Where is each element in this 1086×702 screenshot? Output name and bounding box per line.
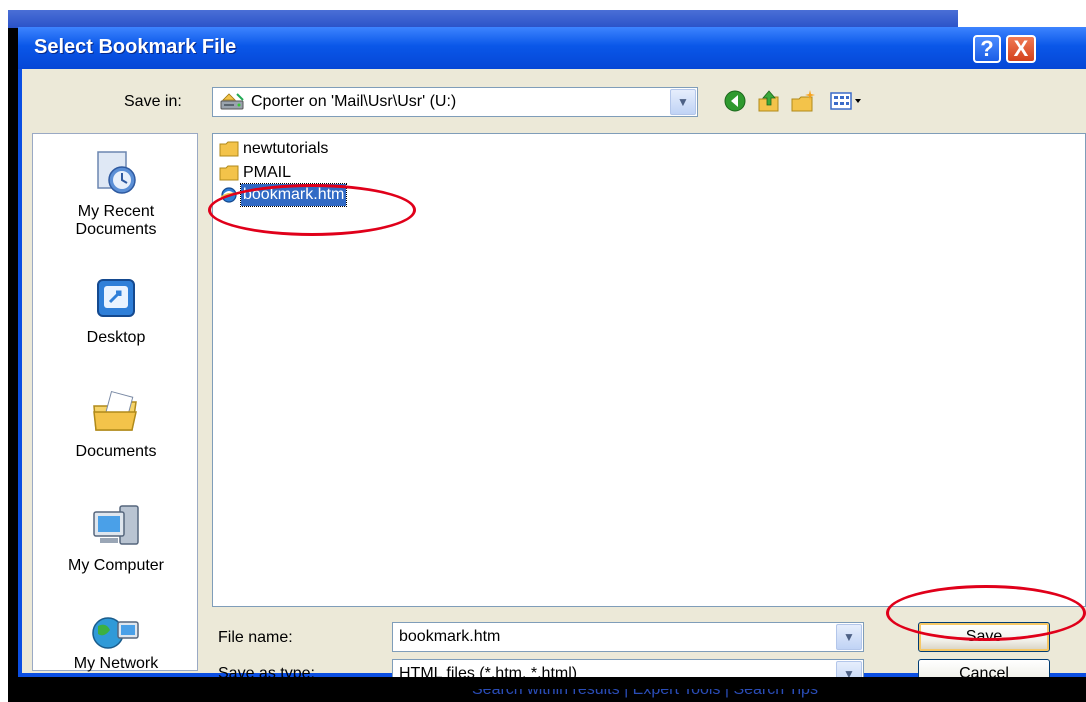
file-name-label: File name:: [218, 629, 293, 646]
select-bookmark-dialog: Select Bookmark File ? X Save in: Cporte…: [18, 27, 1086, 677]
close-icon: X: [1013, 36, 1029, 61]
views-menu-icon[interactable]: [828, 87, 868, 115]
back-icon[interactable]: [722, 87, 748, 115]
my-network-icon: [92, 617, 139, 649]
new-folder-icon[interactable]: [790, 87, 816, 115]
save-as-type-label: Save as type:: [218, 665, 315, 677]
chevron-down-icon[interactable]: ▼: [836, 624, 862, 650]
cancel-button[interactable]: Cancel: [918, 659, 1050, 677]
desktop-icon: [97, 279, 135, 317]
folder-icon: [219, 165, 239, 181]
background-window-titlebar: [8, 10, 958, 28]
save-in-dropdown[interactable]: Cporter on 'Mail\Usr\Usr' (U:) ▼: [212, 87, 698, 117]
file-name-input[interactable]: bookmark.htm ▼: [392, 622, 864, 652]
my-computer-icon: [93, 505, 139, 545]
help-button[interactable]: ?: [973, 35, 1001, 63]
place-my-recent-documents[interactable]: My Recent Documents: [33, 148, 199, 240]
recent-documents-icon: [97, 151, 136, 194]
save-as-type-dropdown[interactable]: HTML files (*.htm, *.html) ▼: [392, 659, 864, 677]
chevron-down-icon[interactable]: ▼: [836, 661, 862, 677]
annotation-ellipse-file: [208, 184, 416, 236]
close-button[interactable]: X: [1006, 35, 1036, 63]
dialog-client-area: Save in: Cporter on 'Mail\Usr\Usr' (U:) …: [22, 69, 1086, 677]
folder-icon: [219, 141, 239, 157]
network-drive-icon: [220, 93, 244, 110]
up-folder-icon[interactable]: [756, 87, 782, 115]
place-my-computer[interactable]: My Computer: [33, 502, 199, 576]
places-bar: My Recent Documents Desktop Documents My…: [32, 133, 199, 674]
dialog-titlebar[interactable]: Select Bookmark File ? X: [18, 27, 1086, 69]
place-desktop[interactable]: Desktop: [33, 274, 199, 348]
help-icon: ?: [980, 36, 994, 61]
annotation-ellipse-save: [886, 585, 1086, 641]
chevron-down-icon[interactable]: ▼: [670, 89, 696, 115]
place-my-network[interactable]: My Network: [33, 616, 199, 674]
dialog-title: Select Bookmark File: [34, 36, 237, 58]
save-in-value: Cporter on 'Mail\Usr\Usr' (U:): [251, 93, 457, 110]
background-window-strip: [958, 10, 1086, 28]
documents-icon: [93, 390, 137, 431]
save-in-label: Save in:: [124, 93, 182, 110]
place-documents[interactable]: Documents: [33, 388, 199, 462]
